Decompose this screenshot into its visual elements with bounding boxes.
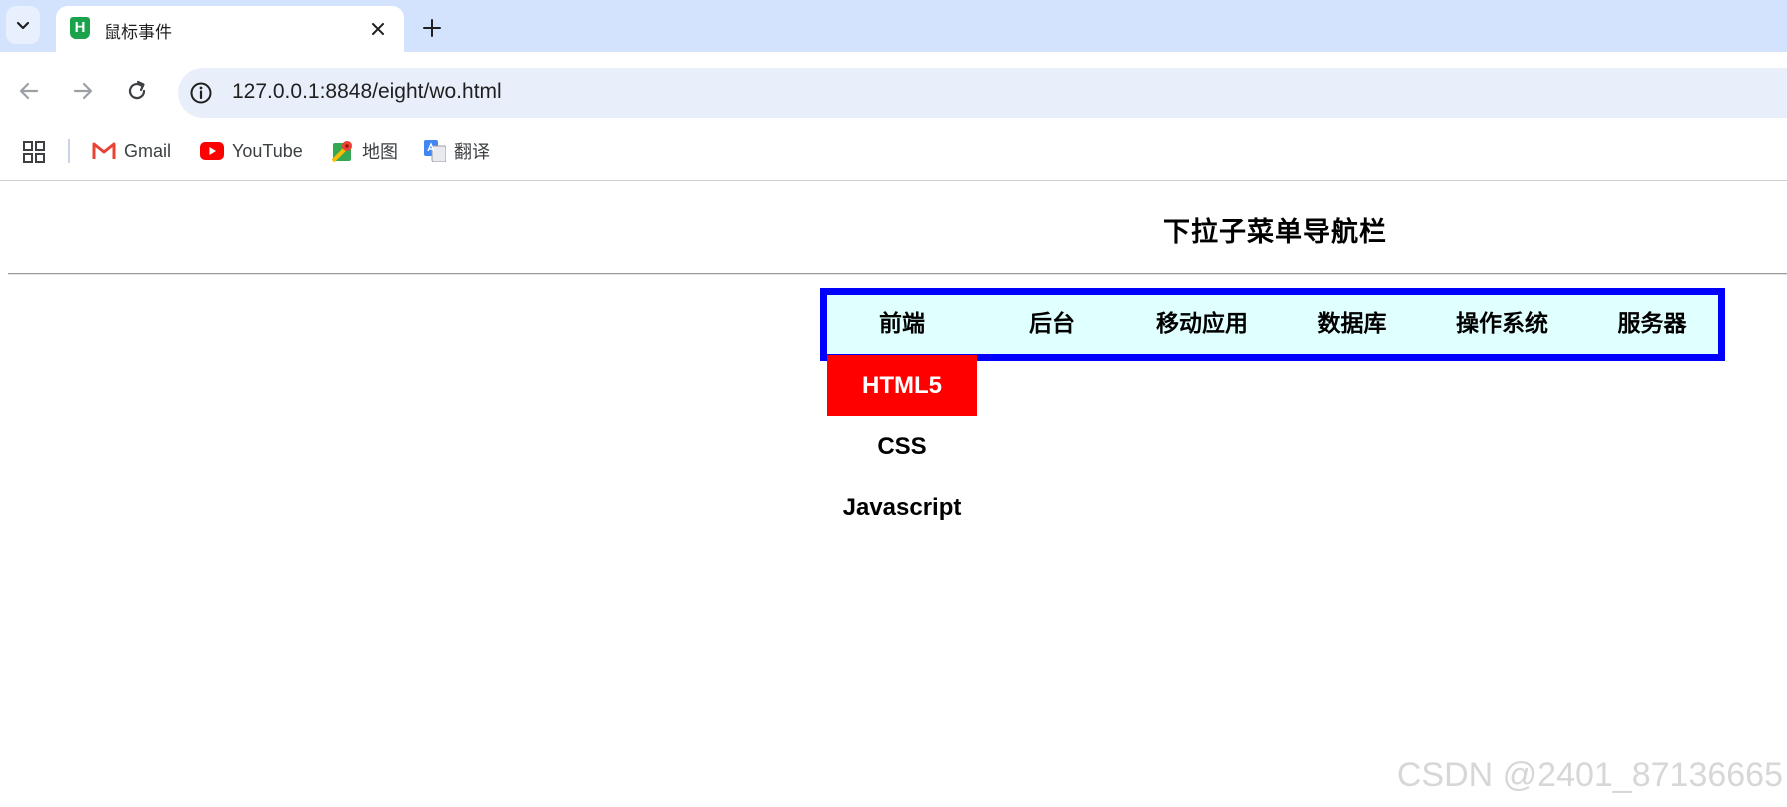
bookmark-youtube[interactable]: YouTube [200,134,303,168]
site-info-icon[interactable] [188,80,214,106]
submenu-item-javascript[interactable]: Javascript [827,477,977,538]
hbuilder-favicon-icon: H [70,17,90,39]
bookmark-maps[interactable]: 地图 [332,134,398,168]
menu-item-server[interactable]: 服务器 [1577,295,1727,354]
reload-icon[interactable] [124,78,150,104]
browser-tab[interactable]: H 鼠标事件 [56,6,404,52]
submenu-item-html5[interactable]: HTML5 [827,355,977,416]
browser-toolbar: 127.0.0.1:8848/eight/wo.html [0,52,1787,134]
back-arrow-icon[interactable] [16,78,42,104]
tab-strip: H 鼠标事件 [0,0,1787,52]
page-title: 下拉子菜单导航栏 [1163,217,1387,248]
bookmark-label: YouTube [232,140,303,161]
close-icon[interactable] [368,19,388,39]
apps-grid-icon[interactable] [22,140,46,164]
menu-item-frontend[interactable]: 前端 [827,295,977,354]
bookmark-label: Gmail [124,140,172,161]
horizontal-rule [8,273,1787,275]
bookmarks-divider [68,139,70,163]
translate-icon [424,140,446,162]
forward-arrow-icon[interactable] [70,78,96,104]
watermark: CSDN @2401_87136665 [1396,756,1783,794]
chevron-down-icon [16,21,30,30]
menu-item-backend[interactable]: 后台 [977,295,1127,354]
nav-menu-bar: 前端 后台 移动应用 数据库 操作系统 服务器 [820,288,1725,361]
bookmark-gmail[interactable]: Gmail [92,134,171,168]
gmail-icon [92,142,116,159]
menu-item-database[interactable]: 数据库 [1277,295,1427,354]
maps-icon [332,141,353,162]
url-text[interactable]: 127.0.0.1:8848/eight/wo.html [232,80,502,104]
new-tab-plus-icon[interactable] [420,16,444,40]
dropdown-submenu: HTML5 CSS Javascript [827,355,977,538]
bookmark-translate[interactable]: 翻译 [424,134,490,168]
bookmark-label: 翻译 [454,142,490,162]
bookmark-label: 地图 [362,142,398,162]
youtube-icon [200,142,224,160]
menu-item-mobile[interactable]: 移动应用 [1127,295,1277,354]
submenu-item-css[interactable]: CSS [827,416,977,477]
tab-search-button[interactable] [6,6,40,44]
bookmarks-bar: Gmail YouTube 地图 翻译 [0,130,1787,181]
tab-title: 鼠标事件 [104,23,172,43]
address-bar[interactable]: 127.0.0.1:8848/eight/wo.html [178,68,1787,118]
menu-item-os[interactable]: 操作系统 [1427,295,1577,354]
